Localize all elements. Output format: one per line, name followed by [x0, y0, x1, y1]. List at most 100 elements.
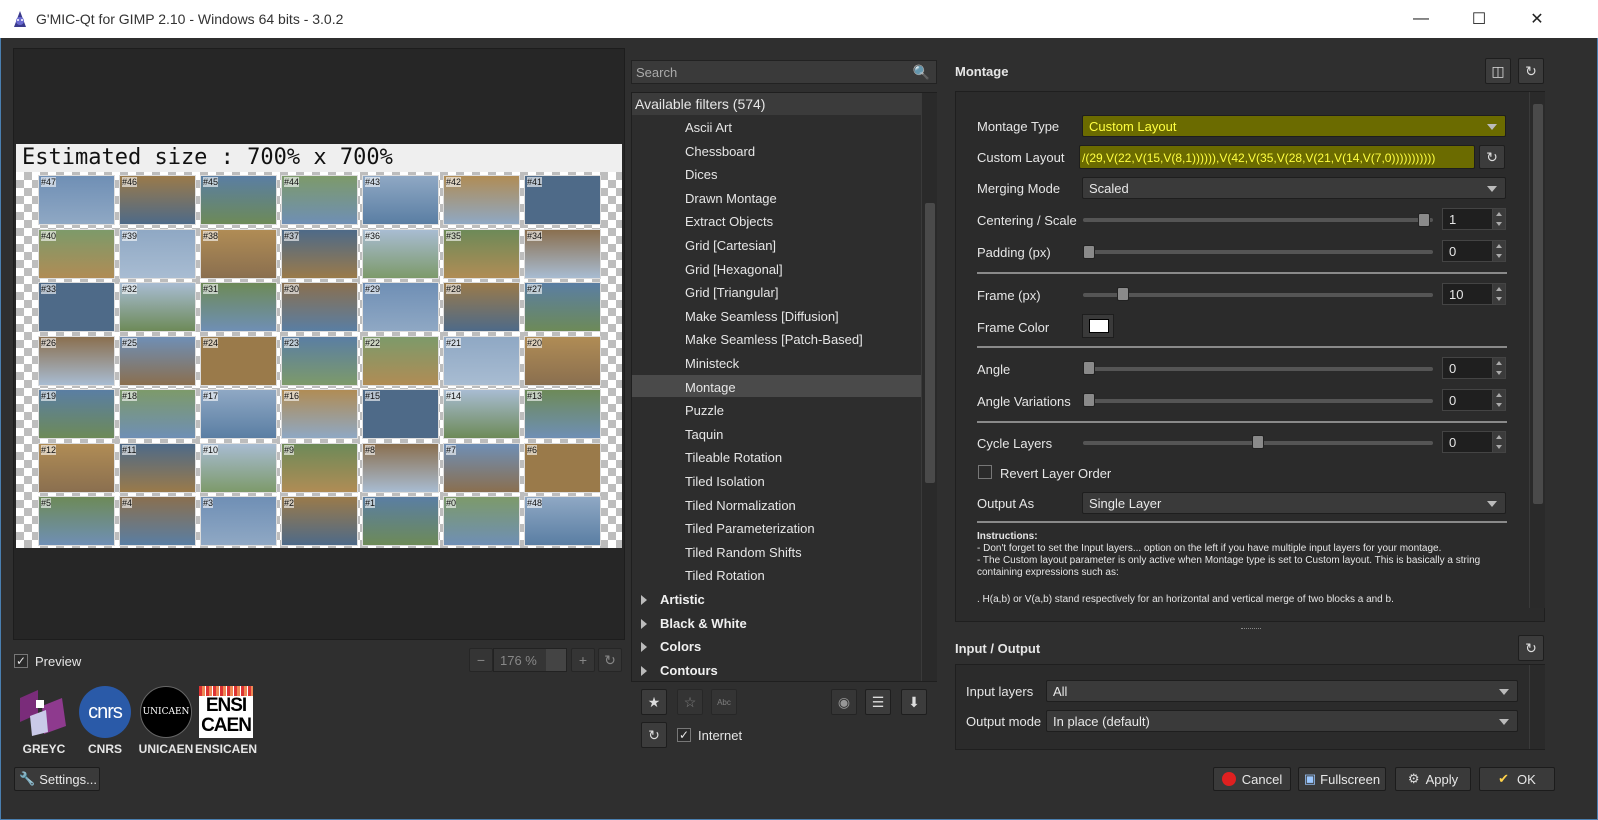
- splitter-handle[interactable]: [1241, 628, 1261, 631]
- rename-favorite-icon[interactable]: Abc: [711, 689, 737, 715]
- padding-slider[interactable]: [1083, 250, 1433, 254]
- zoom-field[interactable]: 176 %: [493, 648, 567, 672]
- angle-variations-slider[interactable]: [1083, 399, 1433, 403]
- minimize-icon[interactable]: —: [1398, 0, 1444, 38]
- spin-up-icon[interactable]: [1492, 358, 1505, 368]
- reset-params-icon[interactable]: ↻: [1518, 58, 1544, 84]
- fullscreen-button[interactable]: ▣ Fullscreen: [1298, 767, 1386, 791]
- frame-slider-handle[interactable]: [1116, 287, 1129, 301]
- filter-item[interactable]: Dices: [685, 167, 718, 182]
- padding-slider-handle[interactable]: [1083, 245, 1095, 259]
- apply-button[interactable]: ⚙ Apply: [1395, 767, 1471, 791]
- chevron-down-icon[interactable]: [546, 649, 566, 671]
- search-input[interactable]: Search 🔍: [631, 60, 937, 84]
- refresh-filters-icon[interactable]: ↻: [641, 722, 667, 748]
- maximize-icon[interactable]: ☐: [1456, 0, 1502, 38]
- angle-slider[interactable]: [1083, 367, 1433, 371]
- filter-item[interactable]: Montage: [685, 380, 736, 395]
- cycle-layers-spinbox[interactable]: 0: [1442, 431, 1506, 453]
- spin-up-icon[interactable]: [1492, 432, 1505, 442]
- filter-item[interactable]: Tileable Rotation: [685, 450, 782, 465]
- filter-item[interactable]: Extract Objects: [685, 214, 773, 229]
- filters-scrollbar[interactable]: [921, 93, 937, 681]
- filter-item[interactable]: Grid [Triangular]: [685, 285, 778, 300]
- preview-checkbox[interactable]: ✓: [14, 654, 28, 668]
- spin-up-icon[interactable]: [1492, 209, 1505, 219]
- filter-item[interactable]: Taquin: [685, 427, 723, 442]
- frame-color-button[interactable]: [1082, 314, 1114, 338]
- params-scrollbar-thumb[interactable]: [1533, 104, 1543, 504]
- spin-down-icon[interactable]: [1492, 400, 1505, 410]
- filter-selected-row[interactable]: [632, 375, 921, 397]
- padding-spinbox[interactable]: 0: [1442, 240, 1506, 262]
- chevron-right-icon[interactable]: [641, 642, 647, 653]
- filter-item[interactable]: Make Seamless [Patch-Based]: [685, 332, 863, 347]
- chevron-right-icon[interactable]: [641, 618, 647, 629]
- spin-up-icon[interactable]: [1492, 284, 1505, 294]
- settings-button[interactable]: 🔧 Settings...: [14, 767, 100, 791]
- add-favorite-icon[interactable]: ★: [641, 689, 667, 715]
- remove-favorite-icon[interactable]: ☆: [677, 689, 703, 715]
- selection-mode-icon[interactable]: ☰: [865, 689, 891, 715]
- filter-item[interactable]: Make Seamless [Diffusion]: [685, 309, 839, 324]
- io-scrollbar[interactable]: [1529, 665, 1545, 749]
- custom-layout-reset-icon[interactable]: ↻: [1479, 145, 1505, 169]
- preview-area[interactable]: Estimated size : 700% x 700% #47 #46 #45 #4…: [13, 48, 625, 640]
- spin-up-icon[interactable]: [1492, 241, 1505, 251]
- filter-item[interactable]: Tiled Parameterization: [685, 521, 815, 536]
- filter-item[interactable]: Drawn Montage: [685, 191, 777, 206]
- filter-category[interactable]: Colors: [660, 639, 701, 654]
- close-icon[interactable]: ✕: [1514, 0, 1560, 38]
- filter-item[interactable]: Tiled Isolation: [685, 474, 765, 489]
- filter-item[interactable]: Tiled Rotation: [685, 568, 765, 583]
- filter-item[interactable]: Ascii Art: [685, 120, 732, 135]
- frame-slider[interactable]: [1083, 293, 1433, 297]
- centering-slider-handle[interactable]: [1417, 213, 1430, 227]
- filter-category[interactable]: Black & White: [660, 616, 747, 631]
- filter-item[interactable]: Tiled Normalization: [685, 498, 796, 513]
- custom-layout-input[interactable]: /(29,V(22,V(15,V(8,1)))))),V(42,V(35,V(2…: [1079, 145, 1475, 169]
- revert-layer-order-checkbox[interactable]: [978, 465, 992, 479]
- output-as-select[interactable]: Single Layer: [1082, 492, 1506, 514]
- filter-item[interactable]: Grid [Cartesian]: [685, 238, 776, 253]
- params-scrollbar[interactable]: [1529, 92, 1545, 608]
- cancel-button[interactable]: Cancel: [1213, 767, 1291, 791]
- zoom-in-icon[interactable]: +: [571, 648, 595, 672]
- spin-down-icon[interactable]: [1492, 251, 1505, 261]
- internet-checkbox[interactable]: ✓: [677, 728, 691, 742]
- spin-down-icon[interactable]: [1492, 294, 1505, 304]
- io-reset-icon[interactable]: ↻: [1518, 635, 1544, 661]
- filter-item[interactable]: Puzzle: [685, 403, 724, 418]
- centering-spinbox[interactable]: 1: [1442, 208, 1506, 230]
- spin-down-icon[interactable]: [1492, 442, 1505, 452]
- angle-variations-slider-handle[interactable]: [1083, 393, 1095, 407]
- filter-category[interactable]: Contours: [660, 663, 718, 678]
- spin-down-icon[interactable]: [1492, 368, 1505, 378]
- spin-up-icon[interactable]: [1492, 390, 1505, 400]
- merging-mode-select[interactable]: Scaled: [1082, 177, 1506, 199]
- frame-spinbox[interactable]: 10: [1442, 283, 1506, 305]
- zoom-out-icon[interactable]: −: [469, 648, 493, 672]
- ok-button[interactable]: ✔ OK: [1479, 767, 1555, 791]
- filter-item[interactable]: Chessboard: [685, 144, 755, 159]
- angle-spinbox[interactable]: 0: [1442, 357, 1506, 379]
- filter-category[interactable]: Artistic: [660, 592, 705, 607]
- visibility-icon[interactable]: ◉: [831, 689, 857, 715]
- montage-type-select[interactable]: Custom Layout: [1082, 115, 1506, 137]
- angle-variations-spinbox[interactable]: 0: [1442, 389, 1506, 411]
- download-icon[interactable]: ⬇: [901, 689, 927, 715]
- layout-toggle-icon[interactable]: ◫: [1485, 58, 1511, 84]
- filter-item[interactable]: Ministeck: [685, 356, 739, 371]
- centering-slider[interactable]: [1083, 218, 1433, 222]
- filter-item[interactable]: Grid [Hexagonal]: [685, 262, 783, 277]
- chevron-right-icon[interactable]: [641, 595, 647, 605]
- chevron-right-icon[interactable]: [641, 665, 647, 676]
- filters-scrollbar-thumb[interactable]: [925, 203, 935, 483]
- cycle-layers-slider-handle[interactable]: [1252, 435, 1264, 449]
- spin-down-icon[interactable]: [1492, 219, 1505, 229]
- filter-item[interactable]: Tiled Random Shifts: [685, 545, 802, 560]
- input-layers-select[interactable]: All: [1046, 680, 1518, 702]
- angle-slider-handle[interactable]: [1083, 361, 1095, 375]
- output-mode-select[interactable]: In place (default): [1046, 710, 1518, 732]
- zoom-reset-icon[interactable]: ↻: [598, 648, 622, 672]
